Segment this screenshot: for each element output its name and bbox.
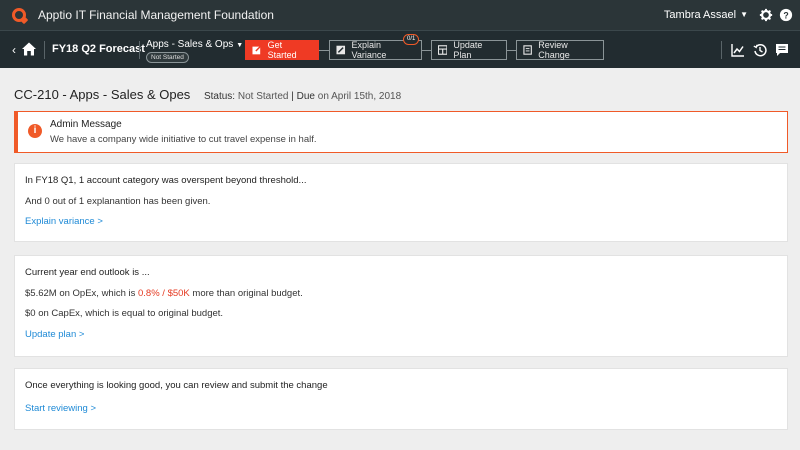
step-get-started[interactable]: Get Started xyxy=(245,40,319,60)
apptio-logo-icon xyxy=(12,8,26,22)
step-connector xyxy=(507,50,516,51)
start-reviewing-link[interactable]: Start reviewing > xyxy=(25,403,96,414)
review-heading: Once everything is looking good, you can… xyxy=(25,380,328,391)
chevron-down-icon: ▼ xyxy=(236,42,244,49)
pencil-icon xyxy=(336,45,346,55)
opex-post: more than original budget. xyxy=(189,288,303,299)
opex-pre: $5.62M on OpEx, which is xyxy=(25,288,138,299)
home-icon[interactable] xyxy=(21,41,37,57)
step-review-change[interactable]: Review Change xyxy=(516,40,604,60)
opex-text: $5.62M on OpEx, which is 0.8% / $50K mor… xyxy=(25,288,303,299)
step-connector xyxy=(319,50,329,51)
divider xyxy=(44,41,45,59)
user-menu[interactable]: Tambra Assael ▼ xyxy=(664,9,748,21)
step-connector xyxy=(422,50,431,51)
chevron-down-icon: ▼ xyxy=(740,10,748,19)
status-line: Status: Not Started | Due on April 15th,… xyxy=(204,91,401,102)
step-label: Get Started xyxy=(267,40,297,60)
update-plan-link[interactable]: Update plan > xyxy=(25,329,84,340)
document-icon xyxy=(523,45,532,55)
user-name: Tambra Assael xyxy=(663,9,737,21)
admin-message-banner: i Admin Message We have a company wide i… xyxy=(14,111,788,153)
divider xyxy=(139,41,140,59)
edit-icon xyxy=(252,45,262,55)
status-label: Status: xyxy=(203,91,236,102)
step-label: Update Plan xyxy=(453,40,483,60)
info-icon: i xyxy=(28,124,42,138)
comment-icon[interactable] xyxy=(775,43,789,57)
due-label: Due xyxy=(296,91,315,102)
step-label: Review Change xyxy=(538,40,570,60)
variance-counter-badge: 0/1 xyxy=(403,34,420,45)
forecast-title[interactable]: FY18 Q2 Forecast xyxy=(52,43,145,55)
svg-text:?: ? xyxy=(783,11,788,21)
explain-variance-link[interactable]: Explain variance > xyxy=(25,216,103,227)
review-card: Once everything is looking good, you can… xyxy=(14,368,788,430)
trend-chart-icon[interactable] xyxy=(731,43,745,57)
opex-highlight: 0.8% / $50K xyxy=(138,288,190,299)
capex-text: $0 on CapEx, which is equal to original … xyxy=(25,308,224,319)
due-on: on xyxy=(317,91,329,102)
app-title: Apptio IT Financial Management Foundatio… xyxy=(38,8,274,22)
step-update-plan[interactable]: Update Plan xyxy=(431,40,507,60)
help-icon[interactable]: ? xyxy=(779,8,793,22)
divider xyxy=(721,41,722,59)
variance-heading: In FY18 Q1, 1 account category was overs… xyxy=(25,175,307,186)
status-value: Not Started xyxy=(237,91,289,102)
variance-card: In FY18 Q1, 1 account category was overs… xyxy=(14,163,788,242)
admin-title: Admin Message xyxy=(50,119,122,130)
due-value: April 15th, 2018 xyxy=(331,91,402,102)
page-header: CC-210 - Apps - Sales & Opes Status: Not… xyxy=(14,87,401,102)
outlook-card: Current year end outlook is ... $5.62M o… xyxy=(14,255,788,357)
gear-icon[interactable] xyxy=(759,8,773,22)
history-icon[interactable] xyxy=(753,43,767,57)
outlook-heading: Current year end outlook is ... xyxy=(25,267,150,278)
table-icon xyxy=(438,45,448,55)
workflow-bar: ‹ FY18 Q2 Forecast Apps - Sales & Ops ▼ N… xyxy=(0,30,800,68)
scope-selector[interactable]: Apps - Sales & Ops ▼ xyxy=(146,39,243,50)
due-separator: | xyxy=(291,91,294,102)
top-bar: Apptio IT Financial Management Foundatio… xyxy=(0,0,800,30)
variance-text: And 0 out of 1 explanantion has been giv… xyxy=(25,196,211,207)
admin-message-text: We have a company wide initiative to cut… xyxy=(50,134,317,145)
scope-label: Apps - Sales & Ops xyxy=(146,39,234,50)
back-chevron-icon[interactable]: ‹ xyxy=(12,43,16,57)
status-badge: Not Started xyxy=(146,52,189,63)
page-title: CC-210 - Apps - Sales & Opes xyxy=(14,87,191,102)
